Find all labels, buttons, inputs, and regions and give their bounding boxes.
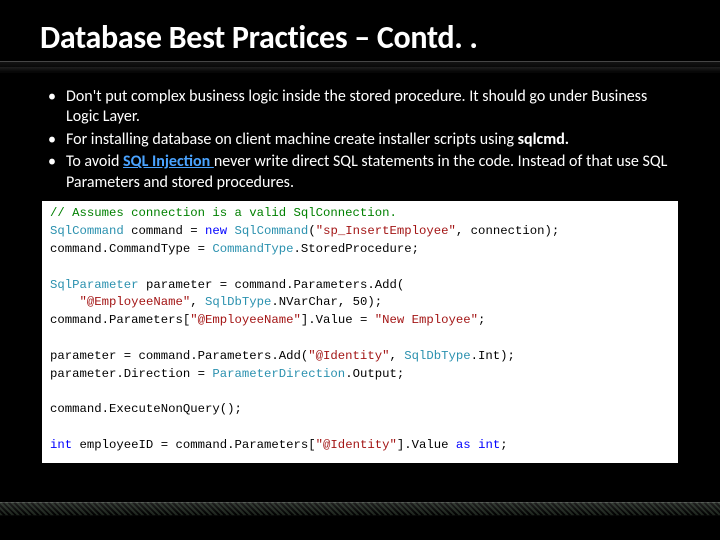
code-text: , connection); [456,224,559,238]
code-text: parameter = command.Parameters.Add( [139,278,405,292]
slide: Database Best Practices – Contd. . Don't… [0,0,720,540]
code-comment: // Assumes connection is a valid SqlConn… [50,206,397,220]
code-text: command.Parameters[ [50,313,190,327]
code-text: ; [478,313,485,327]
code-type: SqlCommand [235,224,309,238]
code-text: .Int); [471,349,515,363]
code-text: ; [500,438,507,452]
bullet-item: For installing database on client machin… [44,130,676,150]
bullet-text: Don't put complex business logic inside … [66,87,647,126]
code-text [227,224,234,238]
code-string: "New Employee" [375,313,478,327]
code-text: .NVarChar, 50); [271,295,382,309]
code-string: "@Identity" [308,349,389,363]
bullet-item: To avoid SQL Injection never write direc… [44,152,676,193]
code-text: employeeID = command.Parameters[ [72,438,316,452]
code-type: SqlParameter [50,278,139,292]
code-type: SqlDbType [404,349,470,363]
code-text: ( [308,224,315,238]
code-text: command = [124,224,205,238]
title-divider [0,61,720,73]
bullet-text: To avoid [66,152,123,171]
code-string: "@Identity" [316,438,397,452]
code-sample: // Assumes connection is a valid SqlConn… [42,201,678,463]
code-text: , [389,349,404,363]
bullet-list: Don't put complex business logic inside … [40,87,680,193]
code-string: "@EmployeeName" [190,313,301,327]
bullet-text: For installing database on client machin… [66,130,518,149]
bullet-item: Don't put complex business logic inside … [44,87,676,128]
code-text: .Output; [345,367,404,381]
code-string: "@EmployeeName" [80,295,191,309]
bullet-bold: sqlcmd. [518,130,569,149]
slide-title: Database Best Practices – Contd. . [40,18,680,57]
footer-divider [0,502,720,516]
code-keyword: int [50,438,72,452]
code-text: parameter = command.Parameters.Add( [50,349,308,363]
code-type: SqlCommand [50,224,124,238]
code-string: "sp_InsertEmployee" [316,224,456,238]
code-keyword: as [456,438,471,452]
code-text: ].Value = [301,313,375,327]
code-text: , [190,295,205,309]
code-text: ].Value [397,438,456,452]
code-keyword: new [205,224,227,238]
code-text: parameter.Direction = [50,367,212,381]
code-type: SqlDbType [205,295,271,309]
code-type: ParameterDirection [212,367,345,381]
code-text [471,438,478,452]
code-text: .StoredProcedure; [294,242,419,256]
sql-injection-link[interactable]: SQL Injection [123,152,214,171]
code-text: command.CommandType = [50,242,212,256]
code-text: command.ExecuteNonQuery(); [50,402,242,416]
code-type: CommandType [212,242,293,256]
code-keyword: int [478,438,500,452]
